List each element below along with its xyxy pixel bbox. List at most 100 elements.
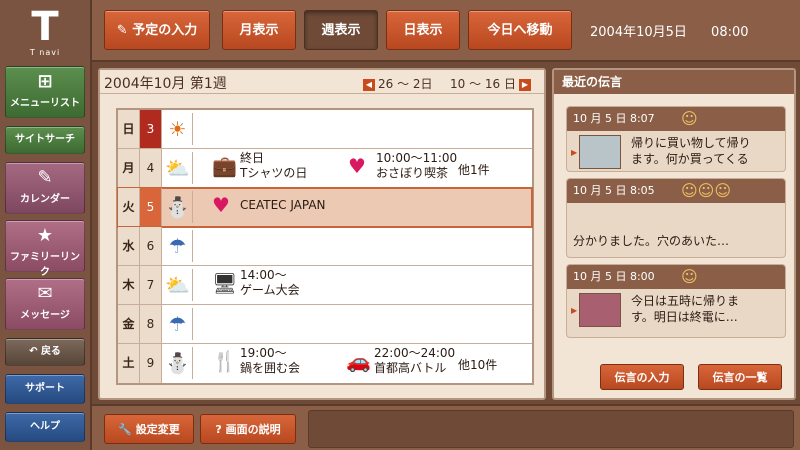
sidebar-item-help[interactable]: ヘルプ	[5, 412, 85, 442]
umbrella-weather-icon: ☂	[163, 230, 193, 262]
logo-name: T navi	[29, 48, 61, 57]
umbrella-weather-icon: ☂	[163, 308, 193, 340]
message-list-button[interactable]: 伝言の一覧	[698, 364, 782, 390]
sidebar-item-label: 戻る	[40, 346, 61, 357]
message-card[interactable]: 10 月 5 日 8:07 ☺ ▶ 帰りに買い物して帰り ます。何か買ってくる	[566, 106, 786, 172]
week-grid: 日 3 ☀ 月 4 ⛅ 💼 終日 Tシャツの日 ♥ 10:00～11:00 おさ…	[116, 108, 534, 385]
weekday-label: 金	[118, 305, 140, 343]
message-text-line: ます。何か買ってくる	[631, 152, 749, 166]
week-view-button[interactable]: 週表示	[304, 10, 378, 50]
prev-arrow-icon: ◀	[363, 78, 375, 91]
back-button[interactable]: ↶ 戻る	[5, 338, 85, 366]
bullet-arrow-icon: ▶	[571, 306, 578, 315]
message-datetime: 10 月 5 日 8:07	[573, 112, 655, 125]
day-number: 7	[140, 266, 162, 304]
input-message-button[interactable]: 伝言の入力	[600, 364, 684, 390]
day-row-sunday[interactable]: 日 3 ☀	[118, 110, 532, 149]
message-datetime: 10 月 5 日 8:05	[573, 184, 655, 197]
weekday-label: 日	[118, 110, 140, 148]
event-item[interactable]: 🚗 22:00～24:00 首都高バトル	[346, 346, 455, 376]
weekday-label: 火	[118, 188, 140, 226]
prev-week-nav[interactable]: ◀ 26 ～ 2日	[360, 75, 433, 92]
message-text-line: す。明日は終電に…	[631, 310, 738, 324]
sidebar: T T navi ⊞ メニューリスト サイトサーチ ✎ カレンダー ★ ファミリ…	[0, 0, 92, 450]
sidebar-item-label: メニューリスト	[10, 98, 80, 109]
fork-knife-icon: 🍴	[212, 349, 237, 373]
event-item[interactable]: 💼 終日 Tシャツの日	[212, 151, 307, 181]
go-today-button[interactable]: 今日へ移動	[468, 10, 572, 50]
sidebar-item-label: サイトサーチ	[15, 134, 75, 145]
recent-messages-panel: 最近の伝言 10 月 5 日 8:07 ☺ ▶ 帰りに買い物して帰り ます。何か…	[552, 68, 796, 400]
message-header: 10 月 5 日 8:00 ☺	[567, 265, 785, 289]
more-events-link[interactable]: 他1件	[458, 161, 490, 178]
calendar-header: 2004年10月 第1週 ◀ 26 ～ 2日 10 ～ 16 日 ▶	[100, 70, 544, 94]
event-item[interactable]: 🖥 14:00～ ゲーム大会	[212, 268, 300, 298]
message-card[interactable]: 10 月 5 日 8:05 ☺☺☺ 分かりました。穴のあいた…	[566, 178, 786, 258]
sidebar-item-label: ファミリーリンク	[10, 252, 80, 278]
more-events-link[interactable]: 他10件	[458, 356, 497, 373]
logo-mark: T	[31, 4, 59, 50]
event-item[interactable]: 🍴 19:00～ 鍋を囲む会	[212, 346, 300, 376]
day-view-button[interactable]: 日表示	[386, 10, 460, 50]
bottom-empty-area	[308, 410, 794, 448]
event-time: 10:00～11:00	[376, 151, 458, 165]
input-schedule-button[interactable]: ✎ 予定の入力	[104, 10, 210, 50]
wrench-icon: 🔧	[118, 423, 132, 436]
message-header: 10 月 5 日 8:07 ☺	[567, 107, 785, 131]
sidebar-item-message[interactable]: ✉ メッセージ	[5, 278, 85, 330]
bottom-toolbar: 🔧 設定変更 ? 画面の説明	[92, 404, 800, 450]
pencil-icon: ✎	[116, 23, 128, 38]
heart-icon: ♥	[348, 154, 366, 178]
event-item[interactable]: ♥ 10:00～11:00 おさぼり喫茶	[348, 151, 457, 181]
current-time: 08:00	[711, 25, 749, 40]
message-card[interactable]: 10 月 5 日 8:00 ☺ ▶ 今日は五時に帰りま す。明日は終電に…	[566, 264, 786, 338]
heart-icon: ♥	[212, 193, 230, 217]
bullet-arrow-icon: ▶	[571, 148, 578, 157]
sidebar-item-menu-list[interactable]: ⊞ メニューリスト	[5, 66, 85, 118]
next-week-nav[interactable]: 10 ～ 16 日 ▶	[450, 75, 534, 92]
settings-button[interactable]: 🔧 設定変更	[104, 414, 194, 444]
sunny-weather-icon: ☀	[163, 113, 193, 145]
day-number: 9	[140, 344, 162, 383]
envelope-icon: ✉	[37, 283, 53, 304]
message-body: ▶ 今日は五時に帰りま す。明日は終電に…	[567, 289, 785, 329]
brand-logo[interactable]: T T navi	[12, 6, 78, 60]
event-item[interactable]: ♥ CEATEC JAPAN	[212, 194, 326, 216]
day-row-thursday[interactable]: 木 7 ⛅ 🖥 14:00～ ゲーム大会	[118, 266, 532, 305]
day-row-wednesday[interactable]: 水 6 ☂	[118, 227, 532, 266]
event-title: 鍋を囲む会	[240, 361, 301, 375]
sun-snow-weather-icon: ⛄	[163, 347, 193, 379]
day-row-monday[interactable]: 月 4 ⛅ 💼 終日 Tシャツの日 ♥ 10:00～11:00 おさぼり喫茶 他…	[118, 149, 532, 188]
day-row-tuesday[interactable]: 火 5 ⛄ ♥ CEATEC JAPAN	[117, 187, 533, 228]
input-schedule-label: 予定の入力	[132, 23, 198, 38]
day-number: 5	[140, 188, 162, 226]
calendar-icon: ✎	[37, 167, 53, 188]
group-avatars-icon: ☺☺☺	[681, 181, 732, 200]
sun-snow-weather-icon: ⛄	[163, 191, 193, 223]
day-row-saturday[interactable]: 土 9 ⛄ 🍴 19:00～ 鍋を囲む会 🚗 22:00～24:00 首都高バト…	[118, 344, 532, 383]
next-arrow-icon: ▶	[518, 78, 531, 91]
sidebar-item-calendar[interactable]: ✎ カレンダー	[5, 162, 85, 214]
sidebar-item-site-search[interactable]: サイトサーチ	[5, 126, 85, 154]
weekday-label: 月	[118, 149, 140, 187]
partly-cloudy-weather-icon: ⛅	[163, 152, 193, 184]
weekday-label: 水	[118, 227, 140, 265]
day-row-friday[interactable]: 金 8 ☂	[118, 305, 532, 344]
sidebar-item-support[interactable]: サポート	[5, 374, 85, 404]
month-view-button[interactable]: 月表示	[222, 10, 296, 50]
event-title: Tシャツの日	[240, 166, 308, 180]
message-text-line: 今日は五時に帰りま	[631, 294, 740, 308]
sidebar-item-family-link[interactable]: ★ ファミリーリンク	[5, 220, 85, 278]
weekday-label: 土	[118, 344, 140, 383]
sender-avatar-icon: ☺	[681, 267, 698, 286]
sidebar-item-label: メッセージ	[20, 310, 70, 321]
month-view-label: 月表示	[239, 23, 279, 38]
calendar-title: 2004年10月 第1週	[104, 76, 227, 92]
partly-cloudy-weather-icon: ⛅	[163, 269, 193, 301]
week-view-label: 週表示	[321, 23, 361, 38]
day-number: 3	[140, 110, 162, 148]
messages-title: 最近の伝言	[554, 70, 794, 94]
screen-help-button[interactable]: ? 画面の説明	[200, 414, 296, 444]
sidebar-item-label: サポート	[25, 383, 65, 394]
weekday-label: 木	[118, 266, 140, 304]
